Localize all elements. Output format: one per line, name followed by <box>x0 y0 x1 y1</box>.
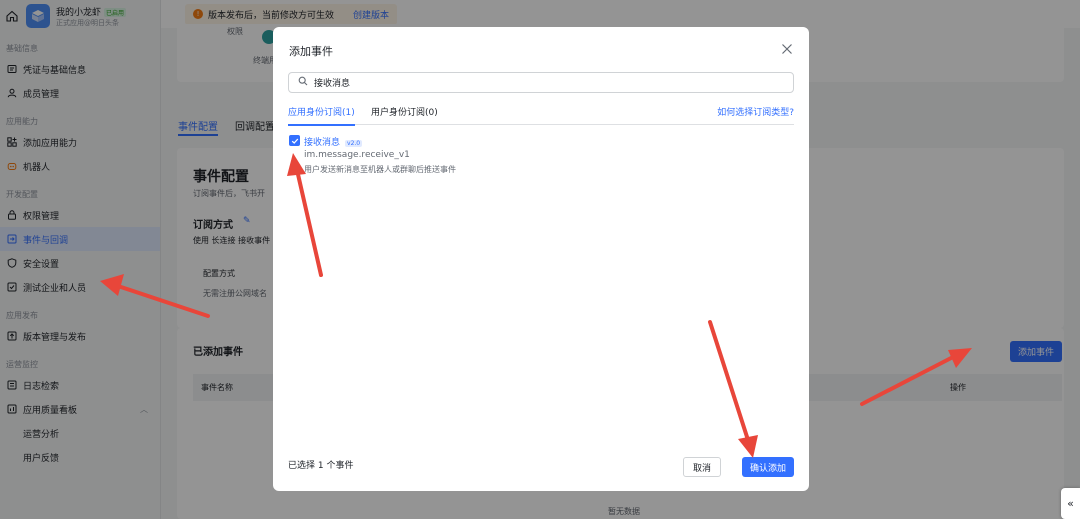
dialog-title: 添加事件 <box>289 45 333 58</box>
tab-user-identity[interactable]: 用户身份订阅(0) <box>371 105 438 118</box>
close-icon[interactable] <box>779 41 795 57</box>
search-input[interactable] <box>314 77 774 88</box>
cancel-button[interactable]: 取消 <box>683 457 721 477</box>
event-name: 接收消息 <box>304 138 341 148</box>
checkbox-checked-icon[interactable] <box>289 135 300 146</box>
subscription-tabs: 应用身份订阅(1) 用户身份订阅(0) 如何选择订阅类型? <box>288 102 794 126</box>
event-desc: 用户发送新消息至机器人或群聊后推送事件 <box>304 165 456 174</box>
confirm-add-button[interactable]: 确认添加 <box>742 457 794 477</box>
tab-app-identity[interactable]: 应用身份订阅(1) <box>288 105 355 126</box>
selected-count: 已选择 1 个事件 <box>288 461 354 471</box>
event-version-badge: v2.0 <box>345 140 363 147</box>
add-event-dialog: 添加事件 应用身份订阅(1) 用户身份订阅(0) 如何选择订阅类型? 接收消息 v… <box>273 27 809 491</box>
event-name-row: 接收消息 v2.0 <box>304 135 363 148</box>
event-id: im.message.receive_v1 <box>304 150 410 160</box>
search-icon <box>298 76 308 89</box>
help-link[interactable]: 如何选择订阅类型? <box>717 105 794 118</box>
collapse-icon[interactable]: « <box>1061 488 1080 519</box>
event-search-field[interactable] <box>288 72 794 93</box>
